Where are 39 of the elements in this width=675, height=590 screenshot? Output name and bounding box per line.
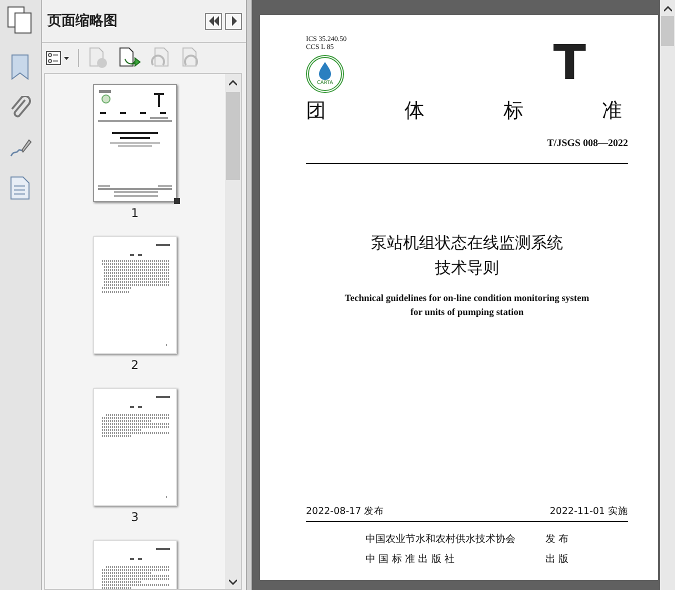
effective-date: 2022-11-01 实施 xyxy=(550,505,628,518)
publisher-role: 发 布 xyxy=(545,533,569,546)
page-number: 3 xyxy=(131,510,139,526)
heading-character: 标 xyxy=(503,97,524,124)
scroll-thumb[interactable] xyxy=(226,92,240,180)
english-title: Technical guidelines for on-line condition monitoring system xyxy=(344,293,590,306)
bookmark-icon[interactable] xyxy=(10,54,30,80)
document-title: 技术导则 xyxy=(435,257,499,279)
collapse-button[interactable] xyxy=(205,12,222,30)
scroll-up-icon[interactable] xyxy=(664,6,672,12)
publisher-role: 出 版 xyxy=(545,552,569,566)
document-title: 泵站机组状态在线监测系统 xyxy=(371,232,563,254)
pages-icon[interactable] xyxy=(7,6,34,34)
scrollbar[interactable] xyxy=(225,74,242,589)
options-button[interactable] xyxy=(46,51,70,65)
paperclip-icon[interactable] xyxy=(9,96,32,120)
view-handle-icon[interactable] xyxy=(174,198,180,204)
heading-character: 准 xyxy=(602,97,622,124)
page-number: 2 xyxy=(131,358,139,374)
heading-character: 团 xyxy=(306,97,326,124)
scrollbar[interactable] xyxy=(660,0,675,590)
english-title: for units of pumping station xyxy=(410,307,524,320)
heading-character: 体 xyxy=(404,97,425,124)
publisher-name: 中国农业节水和农村供水技术协会 xyxy=(365,532,516,546)
document-icon[interactable] xyxy=(10,176,30,200)
scroll-down-icon[interactable] xyxy=(229,579,238,585)
standard-code: T/JSGS 008—2022 xyxy=(547,138,628,149)
panel-title: 页面缩略图 xyxy=(48,12,118,30)
scroll-thumb[interactable] xyxy=(661,16,674,46)
publisher-name: 中 国 标 准 出 版 社 xyxy=(365,552,456,566)
insert-page-icon[interactable] xyxy=(116,47,141,69)
scroll-up-icon[interactable] xyxy=(229,80,238,86)
issue-date: 2022-08-17 发布 xyxy=(306,505,384,518)
standard-mark: T xyxy=(553,41,586,93)
right-arrow-icon xyxy=(230,16,238,26)
splitter-handle[interactable] xyxy=(246,0,252,590)
double-left-arrow-icon xyxy=(208,16,220,26)
page-number: 1 xyxy=(131,206,139,222)
expand-button[interactable] xyxy=(225,12,242,30)
